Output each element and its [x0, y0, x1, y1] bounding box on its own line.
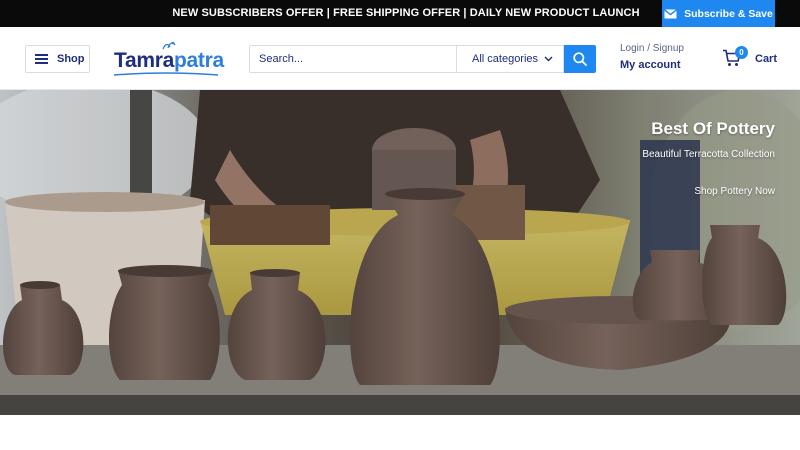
envelope-icon: [664, 8, 678, 18]
cart-count-badge: 0: [735, 46, 748, 59]
logo-part1: Tamra: [114, 49, 174, 72]
search-bar: All categories: [249, 45, 596, 73]
subscribe-label: Subscribe & Save: [684, 7, 773, 20]
shop-label: Shop: [57, 53, 85, 65]
cart-button[interactable]: 0 Cart: [722, 46, 780, 72]
category-select[interactable]: All categories: [456, 45, 564, 73]
shop-pottery-link[interactable]: Shop Pottery Now: [694, 186, 775, 197]
my-account-link[interactable]: My account: [620, 59, 684, 71]
menu-icon: [35, 54, 48, 64]
cart-label: Cart: [755, 53, 778, 65]
logo[interactable]: Tamrapatra: [112, 41, 224, 77]
hero-title: Best Of Pottery: [651, 119, 775, 138]
site-header: Shop Tamrapatra All categories: [0, 27, 800, 90]
chevron-down-icon: [544, 56, 553, 62]
search-input[interactable]: [249, 45, 457, 73]
login-link[interactable]: Login / Signup: [620, 43, 684, 54]
hero-banner[interactable]: Best Of Pottery Beautiful Terracotta Col…: [0, 90, 800, 415]
shop-menu-button[interactable]: Shop: [25, 45, 90, 73]
logo-part2: patra: [173, 49, 224, 72]
logo-swoosh: [113, 72, 219, 76]
category-select-label: All categories: [472, 53, 539, 65]
hero-subtitle: Beautiful Terracotta Collection: [642, 149, 775, 160]
logo-wordmark: Tamrapatra: [114, 49, 224, 73]
subscribe-button[interactable]: Subscribe & Save: [662, 0, 775, 27]
announcement-bar: NEW SUBSCRIBERS OFFER | FREE SHIPPING OF…: [0, 0, 800, 27]
search-button[interactable]: [564, 45, 596, 73]
search-icon: [573, 52, 587, 66]
account-area: Login / Signup My account: [620, 43, 684, 71]
